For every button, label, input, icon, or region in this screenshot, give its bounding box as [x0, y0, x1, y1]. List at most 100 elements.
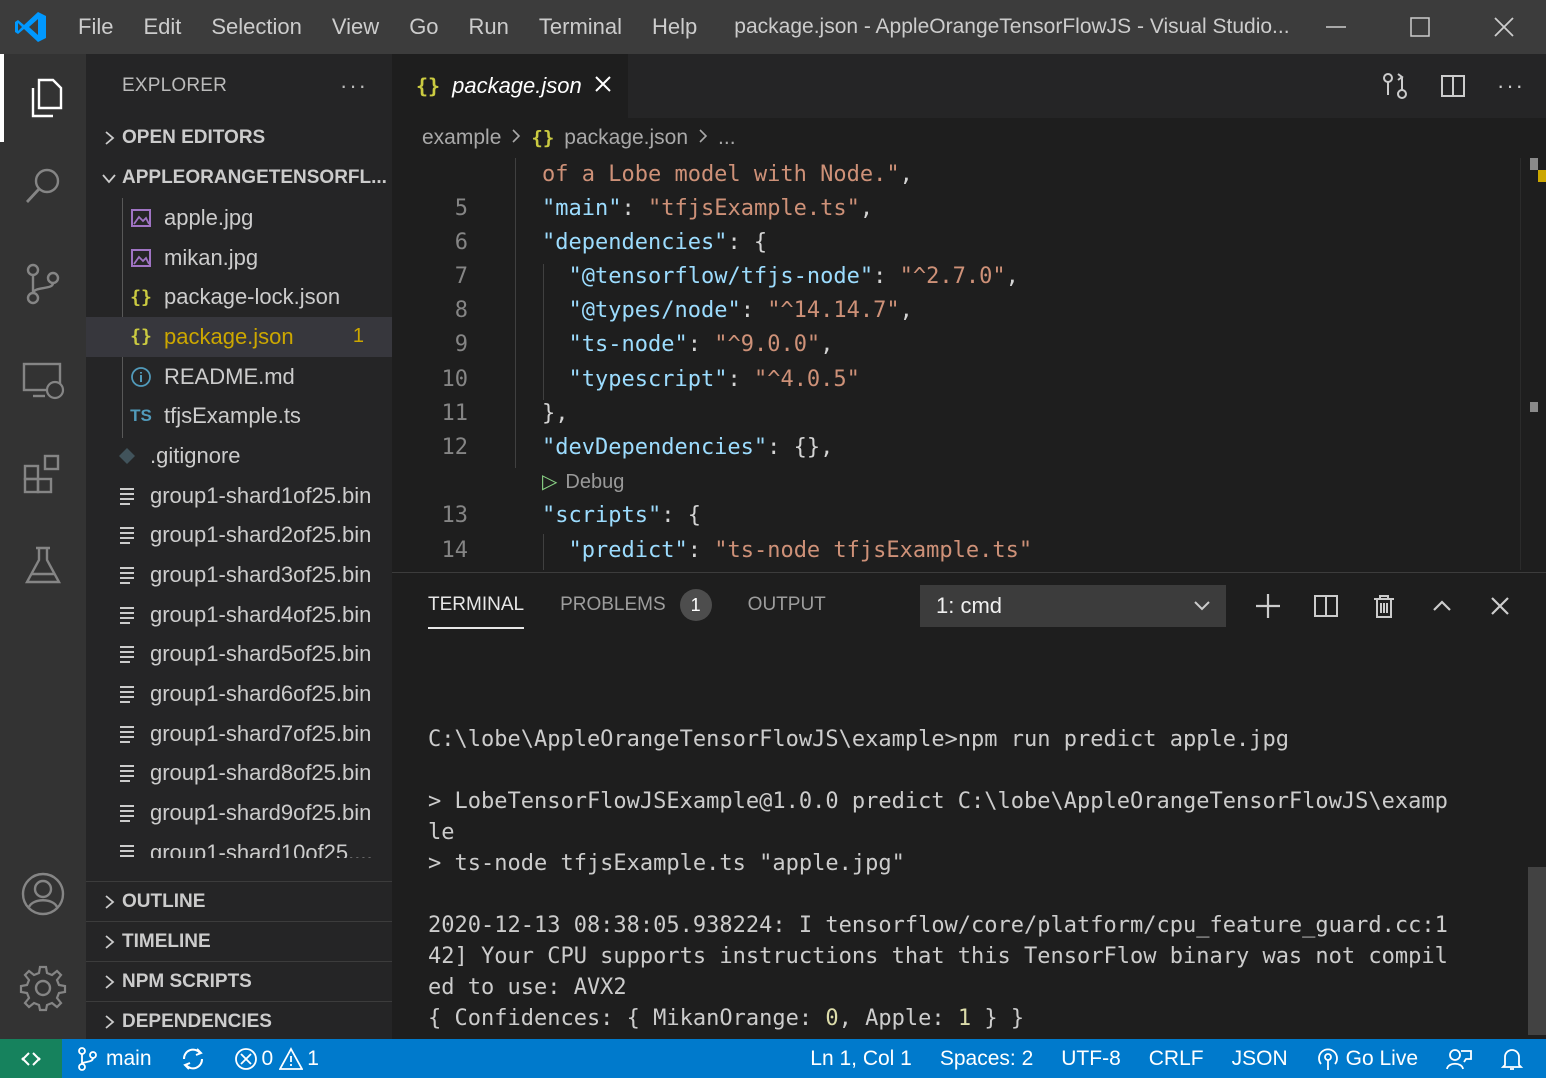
accounts-activity[interactable] [0, 850, 86, 938]
open-editors-section[interactable]: OPEN EDITORS [86, 118, 392, 158]
feedback-button[interactable] [1446, 1047, 1472, 1071]
sync-button[interactable] [180, 1046, 206, 1072]
file-item[interactable]: group1-shard5of25.bin [86, 635, 392, 675]
confidence-value: 0 [825, 1006, 839, 1031]
file-item[interactable]: apple.jpg [86, 198, 392, 238]
extensions-activity[interactable] [0, 430, 86, 518]
branch-indicator[interactable]: main [76, 1046, 152, 1072]
file-item[interactable]: group1-shard10of25.... [86, 833, 392, 858]
close-window-button[interactable] [1462, 0, 1546, 54]
file-item[interactable]: group1-shard9of25.bin [86, 793, 392, 833]
section-timeline[interactable]: TIMELINE [86, 921, 392, 961]
manage-activity[interactable] [0, 944, 86, 1032]
tab-terminal[interactable]: TERMINAL [428, 573, 525, 637]
code-token: "@tensorflow/tfjs-node" [568, 264, 874, 289]
code-token: , [899, 298, 913, 323]
go-live-button[interactable]: Go Live [1316, 1047, 1418, 1071]
vscode-logo-icon[interactable] [0, 0, 62, 54]
testing-activity[interactable] [0, 522, 86, 610]
open-changes-icon[interactable] [1378, 69, 1412, 103]
menu-terminal[interactable]: Terminal [524, 0, 637, 54]
project-folder-section[interactable]: APPLEORANGETENSORFL... [86, 158, 392, 198]
code-token: "main" [542, 196, 622, 221]
tab-output-label: OUTPUT [747, 594, 826, 615]
menu-edit[interactable]: Edit [128, 0, 196, 54]
section-npm-scripts[interactable]: NPM SCRIPTS [86, 961, 392, 1001]
code-token: "@types/node" [568, 298, 741, 323]
menu-help[interactable]: Help [637, 0, 712, 54]
explorer-activity[interactable] [0, 54, 86, 142]
file-item[interactable]: group1-shard1of25.bin [86, 476, 392, 516]
editor-actions: ··· [1378, 54, 1528, 118]
scroll-marker [1530, 158, 1538, 170]
language-mode[interactable]: JSON [1232, 1047, 1288, 1071]
breadcrumb-symbol[interactable]: ... [718, 126, 736, 150]
terminal-scrollbar[interactable] [1528, 867, 1546, 1035]
cursor-position[interactable]: Ln 1, Col 1 [810, 1047, 912, 1071]
maximize-icon [1410, 17, 1430, 37]
file-item[interactable]: group1-shard2of25.bin [86, 516, 392, 556]
terminal-output[interactable]: C:\lobe\AppleOrangeTensorFlowJS\example>… [428, 693, 1508, 1034]
code-token: "tfjsExample.ts" [647, 196, 860, 221]
menu-run[interactable]: Run [454, 0, 524, 54]
close-panel-icon[interactable] [1482, 588, 1518, 624]
menu-selection[interactable]: Selection [196, 0, 317, 54]
remote-indicator[interactable] [0, 1039, 62, 1078]
menu-view[interactable]: View [317, 0, 394, 54]
bell-icon [1500, 1048, 1524, 1070]
split-editor-icon[interactable] [1436, 69, 1470, 103]
code-token: , [1005, 264, 1019, 289]
menu-file[interactable]: File [62, 0, 128, 54]
code-line: 11}, [392, 397, 1522, 431]
file-item[interactable]: group1-shard3of25.bin [86, 555, 392, 595]
file-item[interactable]: README.md [86, 357, 392, 397]
problems-indicator[interactable]: 0 1 [234, 1047, 319, 1071]
sidebar-bottom-sections: OUTLINE TIMELINE NPM SCRIPTS DEPENDENCIES [86, 881, 392, 1039]
debug-codelens[interactable]: Debug [565, 471, 624, 493]
section-outline[interactable]: OUTLINE [86, 881, 392, 921]
notifications-button[interactable] [1500, 1047, 1524, 1071]
file-item[interactable]: group1-shard8of25.bin [86, 754, 392, 794]
editor-scrollbar[interactable] [1520, 158, 1546, 570]
encoding[interactable]: UTF-8 [1061, 1047, 1121, 1071]
more-actions-icon[interactable]: ··· [340, 73, 368, 99]
file-item[interactable]: group1-shard6of25.bin [86, 674, 392, 714]
file-item[interactable]: TS tfjsExample.ts [86, 396, 392, 436]
more-actions-icon[interactable]: ··· [1494, 69, 1528, 103]
end-of-line[interactable]: CRLF [1149, 1047, 1204, 1071]
maximize-panel-icon[interactable] [1424, 588, 1460, 624]
search-activity[interactable] [0, 142, 86, 230]
code-editor[interactable]: of a Lobe model with Node.", 5 "main": "tf… [392, 158, 1546, 570]
file-item[interactable]: .gitignore [86, 436, 392, 476]
account-icon [21, 872, 65, 916]
tab-output[interactable]: OUTPUT [748, 573, 826, 637]
code-lens[interactable]: ▷ Debug [392, 465, 1522, 499]
tab-problems[interactable]: PROBLEMS 1 [560, 573, 712, 637]
trash-icon[interactable] [1366, 588, 1402, 624]
menu-go[interactable]: Go [394, 0, 453, 54]
feedback-icon [1446, 1048, 1472, 1069]
remote-explorer-activity[interactable] [0, 336, 86, 424]
source-control-activity[interactable] [0, 240, 86, 328]
split-terminal-icon[interactable] [1308, 588, 1344, 624]
terminal-select[interactable]: 1: cmd [920, 585, 1226, 627]
minimize-button[interactable] [1294, 0, 1378, 54]
file-item[interactable]: {} package-lock.json [86, 277, 392, 317]
file-item[interactable]: mikan.jpg [86, 238, 392, 278]
breadcrumb-folder[interactable]: example [422, 126, 501, 150]
close-icon[interactable] [594, 75, 612, 98]
indentation[interactable]: Spaces: 2 [940, 1047, 1033, 1071]
file-item[interactable]: group1-shard4of25.bin [86, 595, 392, 635]
file-item[interactable]: group1-shard7of25.bin [86, 714, 392, 754]
tab-package-json[interactable]: {} package.json [392, 54, 628, 118]
section-dependencies[interactable]: DEPENDENCIES [86, 1001, 392, 1039]
section-label: NPM SCRIPTS [122, 970, 252, 992]
new-terminal-icon[interactable] [1250, 588, 1286, 624]
window-title: package.json - AppleOrangeTensorFlowJS -… [734, 15, 1290, 38]
confidence-value: 1 [957, 1006, 972, 1031]
file-item[interactable]: {} package.json 1 [86, 317, 392, 357]
code-token: : {}, [767, 435, 834, 460]
breadcrumb-file[interactable]: package.json [564, 126, 688, 150]
maximize-button[interactable] [1378, 0, 1462, 54]
